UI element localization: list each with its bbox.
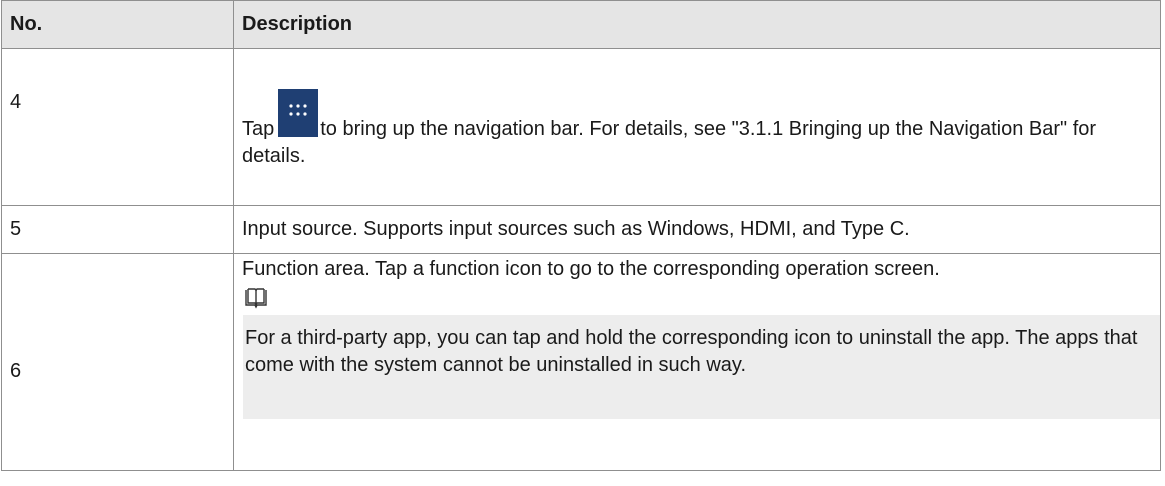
row-description: Input source. Supports input sources suc… [233,205,1161,254]
table-row: 4 Tap to bring up the navigation bar. For… [1,48,1161,206]
table-row: 6 Function area. Tap a function icon to … [1,253,1161,471]
book-icon [244,287,1160,309]
row-description: Tap to bring up the navigation bar. For d… [233,48,1161,206]
table-row: 5 Input source. Supports input sources s… [1,205,1161,254]
header-no: No. [1,0,234,49]
header-description: Description [233,0,1161,49]
description-table: No. Description 4 Tap to bring up the nav… [1,0,1161,471]
table-header-row: No. Description [1,0,1161,49]
function-area-text: Function area. Tap a function icon to go… [242,258,940,280]
row-number: 6 [1,253,234,471]
note-box: For a third-party app, you can tap and h… [243,315,1160,419]
navigation-bar-text: to bring up the navigation bar. For deta… [242,117,1097,167]
apps-grid-icon [278,88,319,137]
tap-text: Tap [242,117,275,140]
row-description: Function area. Tap a function icon to go… [233,253,1161,471]
row-number: 5 [1,205,234,254]
row-number: 4 [1,48,234,206]
